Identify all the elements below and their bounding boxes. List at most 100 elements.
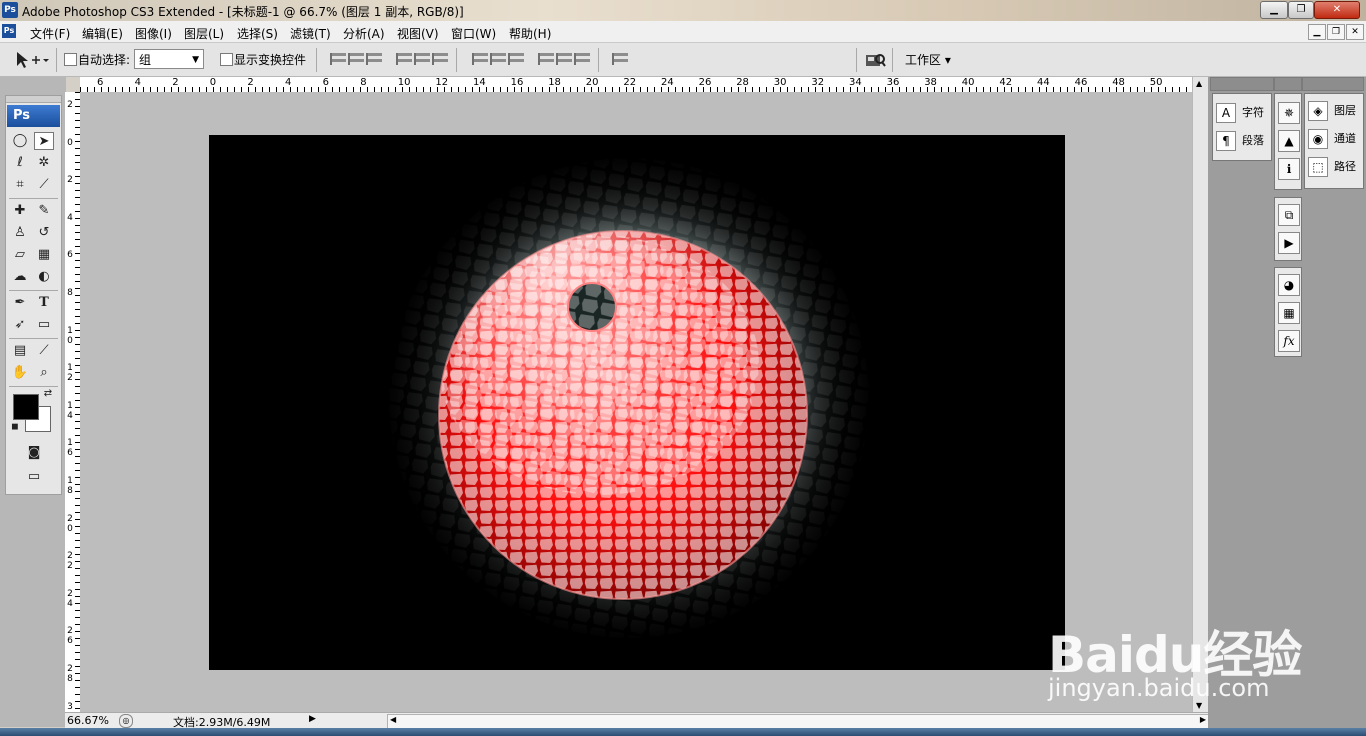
ruler-label: 40	[961, 77, 975, 88]
swatches-icon[interactable]: ▦	[1278, 302, 1300, 324]
elliptical-marquee-icon[interactable]: ◯	[10, 132, 30, 150]
screen-mode-icon[interactable]: ▭	[23, 468, 45, 486]
scroll-up-arrow[interactable]: ▲	[1196, 79, 1202, 88]
menu-image[interactable]: 图像(I)	[135, 25, 172, 42]
eraser-icon[interactable]: ▱	[10, 246, 30, 264]
magic-wand-icon[interactable]: ✲	[34, 154, 54, 172]
distribute-right-icon[interactable]	[574, 53, 590, 65]
minimize-button[interactable]: ▁	[1260, 1, 1288, 19]
ruler-label: 2	[247, 77, 254, 88]
layers-panel-button[interactable]: ◈ 图层	[1308, 100, 1356, 122]
menu-file[interactable]: 文件(F)	[30, 25, 70, 42]
clone-stamp-icon[interactable]: ♙	[10, 224, 30, 242]
scroll-down-arrow[interactable]: ▼	[1196, 701, 1202, 710]
maximize-button[interactable]: ❐	[1288, 1, 1314, 19]
move-tool-preset-icon[interactable]	[14, 50, 50, 70]
dock-header[interactable]	[1274, 77, 1302, 91]
canvas-area[interactable]	[80, 92, 1192, 712]
menu-window[interactable]: 窗口(W)	[451, 25, 496, 42]
doc-restore-button[interactable]: ❐	[1327, 24, 1345, 40]
align-horizontal-center-icon[interactable]	[414, 53, 430, 65]
actions-icon[interactable]: ▶	[1278, 232, 1300, 254]
dodge-icon[interactable]: ◐	[34, 268, 54, 286]
menu-analysis[interactable]: 分析(A)	[343, 25, 385, 42]
auto-select-checkbox[interactable]	[64, 53, 77, 66]
path-selection-icon[interactable]: ➶	[10, 316, 30, 334]
scroll-left-arrow[interactable]: ◀	[390, 715, 396, 724]
show-transform-label: 显示变换控件	[234, 53, 307, 67]
scroll-right-arrow[interactable]: ▶	[1200, 715, 1206, 724]
align-bottom-icon[interactable]	[366, 53, 382, 65]
toolbox-ps-logo[interactable]: Ps	[7, 105, 60, 127]
character-panel-button[interactable]: A 字符	[1216, 102, 1264, 124]
blur-icon[interactable]: ☁	[10, 268, 30, 286]
history-icon[interactable]: ⧉	[1278, 204, 1300, 226]
channels-panel-button[interactable]: ◉ 通道	[1308, 128, 1356, 150]
close-button[interactable]: ✕	[1314, 1, 1360, 19]
align-right-icon[interactable]	[432, 53, 448, 65]
bridge-icon[interactable]	[864, 51, 886, 69]
quick-mask-icon[interactable]: ◙	[23, 444, 45, 462]
menu-layer[interactable]: 图层(L)	[184, 25, 224, 42]
menu-edit[interactable]: 编辑(E)	[82, 25, 123, 42]
gradient-icon[interactable]: ▦	[34, 246, 54, 264]
brush-icon[interactable]: ✎	[34, 202, 54, 220]
type-icon[interactable]: T	[34, 294, 54, 312]
distribute-bottom-icon[interactable]	[508, 53, 524, 65]
options-separator	[316, 48, 317, 72]
channels-icon: ◉	[1308, 129, 1328, 149]
document-canvas[interactable]	[209, 135, 1065, 670]
navigator-icon[interactable]: ✵	[1278, 102, 1300, 124]
rectangle-shape-icon[interactable]: ▭	[34, 316, 54, 334]
character-label: 字符	[1242, 106, 1264, 119]
document-menu-icon[interactable]: Ps	[2, 24, 16, 38]
notes-icon[interactable]: ▤	[10, 342, 30, 360]
distribute-top-icon[interactable]	[472, 53, 488, 65]
distribute-left-icon[interactable]	[538, 53, 554, 65]
distribute-vertical-center-icon[interactable]	[490, 53, 506, 65]
crop-icon[interactable]: ⌗	[10, 176, 30, 194]
default-colors-icon[interactable]: ◼	[9, 421, 21, 433]
move-tool-icon[interactable]: ➤	[34, 132, 54, 150]
slice-icon[interactable]: ⟋	[34, 176, 54, 194]
workspace-menu[interactable]: 工作区 ▾	[905, 51, 951, 68]
show-transform-checkbox[interactable]	[220, 53, 233, 66]
align-top-icon[interactable]	[330, 53, 346, 65]
pen-icon[interactable]: ✒	[10, 294, 30, 312]
horizontal-scrollbar[interactable]: ◀ ▶	[387, 714, 1209, 729]
paragraph-label: 段落	[1242, 134, 1264, 147]
menu-help[interactable]: 帮助(H)	[509, 25, 551, 42]
distribute-horizontal-center-icon[interactable]	[556, 53, 572, 65]
align-vertical-center-icon[interactable]	[348, 53, 364, 65]
eyedropper-icon[interactable]: ⟋	[34, 342, 54, 360]
foreground-color-swatch[interactable]	[13, 394, 39, 420]
paths-panel-button[interactable]: ⬚ 路径	[1308, 156, 1356, 178]
info-icon[interactable]: ℹ	[1278, 158, 1300, 180]
zoom-level[interactable]: 66.67%	[67, 714, 109, 727]
histogram-icon[interactable]: ▲	[1278, 130, 1300, 152]
hand-icon[interactable]: ✋	[10, 364, 30, 382]
zoom-icon[interactable]: ⌕	[34, 364, 54, 382]
paragraph-panel-button[interactable]: ¶ 段落	[1216, 130, 1264, 152]
ruler-label: 0	[67, 137, 73, 148]
color-panel-icon[interactable]: ◕	[1278, 274, 1300, 296]
status-menu-arrow-icon[interactable]: ▶	[309, 714, 316, 724]
menu-bar: Ps 文件(F) 编辑(E) 图像(I) 图层(L) 选择(S) 滤镜(T) 分…	[0, 21, 1366, 43]
healing-brush-icon[interactable]: ✚	[10, 202, 30, 220]
toolbox-grip[interactable]	[6, 96, 61, 103]
menu-filter[interactable]: 滤镜(T)	[290, 25, 331, 42]
align-left-icon[interactable]	[396, 53, 412, 65]
styles-fx-icon[interactable]: fx	[1278, 330, 1300, 352]
dock-header[interactable]	[1302, 77, 1364, 91]
lasso-icon[interactable]: ℓ	[10, 154, 30, 172]
menu-select[interactable]: 选择(S)	[237, 25, 278, 42]
auto-select-dropdown[interactable]: 组 ▼	[134, 49, 204, 69]
swap-colors-icon[interactable]: ⇄	[41, 388, 55, 400]
doc-minimize-button[interactable]: ▁	[1308, 24, 1326, 40]
status-info-icon[interactable]: ◎	[119, 714, 133, 728]
dock-header[interactable]	[1210, 77, 1274, 91]
menu-view[interactable]: 视图(V)	[397, 25, 439, 42]
doc-close-button[interactable]: ✕	[1346, 24, 1364, 40]
history-brush-icon[interactable]: ↺	[34, 224, 54, 242]
auto-align-layers-icon[interactable]	[612, 53, 628, 65]
